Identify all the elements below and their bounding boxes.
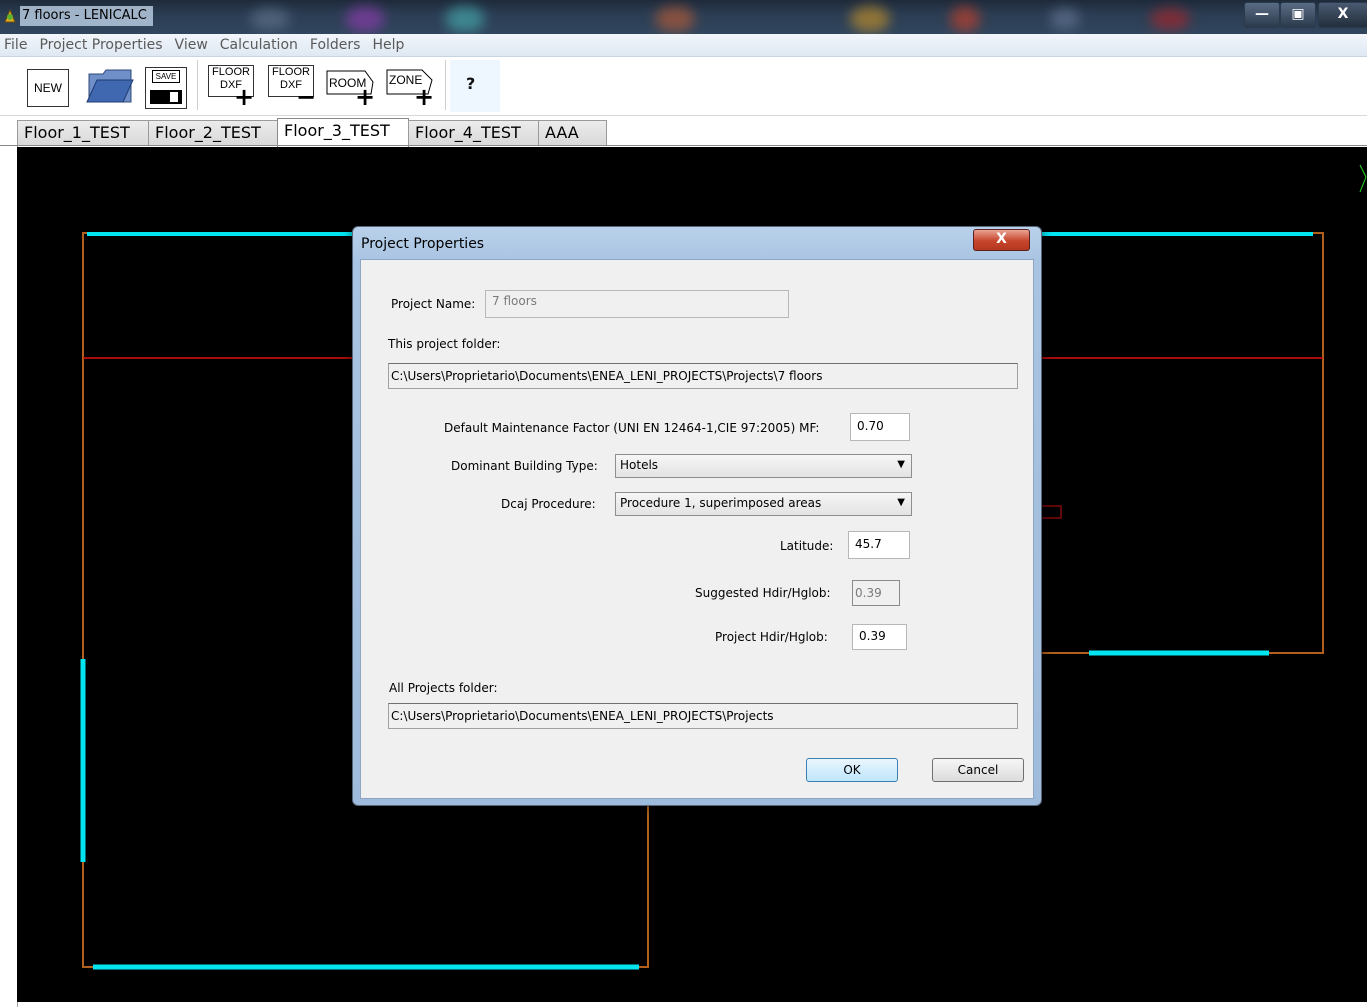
- save-project-button[interactable]: SAVE: [145, 60, 187, 112]
- folder-open-icon: [86, 69, 134, 103]
- maintenance-factor-field[interactable]: 0.70: [850, 413, 910, 441]
- title-bar: 7 floors - LENICALC — ▣ X: [0, 0, 1367, 34]
- building-type-select[interactable]: Hotels ▼: [615, 454, 912, 478]
- chevron-down-icon: ▼: [897, 459, 905, 470]
- lenicalc-logo-icon: [4, 9, 16, 23]
- tab-divider: [0, 145, 1367, 146]
- dialog-body: Project Name: 7 floors This project fold…: [360, 259, 1034, 799]
- dcaj-procedure-label: Dcaj Procedure:: [501, 497, 596, 511]
- dcaj-procedure-value: Procedure 1, superimposed areas: [620, 496, 822, 510]
- new-label: NEW: [34, 81, 62, 95]
- project-hdir-hglob-field[interactable]: 0.39: [852, 624, 907, 650]
- ok-button[interactable]: OK: [806, 758, 898, 782]
- zone-marker: [1040, 505, 1062, 519]
- building-type-label: Dominant Building Type:: [451, 459, 598, 473]
- menu-bar: File Project Properties View Calculation Fol…: [0, 34, 1367, 57]
- menu-calculation[interactable]: Calculation: [214, 34, 304, 56]
- latitude-field[interactable]: 45.7: [848, 531, 910, 559]
- project-name-label: Project Name:: [391, 297, 476, 311]
- toolbar: NEW SAVE FLOOR DXF + FLOOR DXF − ROOM + …: [0, 57, 1367, 116]
- new-icon: NEW: [27, 69, 69, 107]
- tab-floor-1[interactable]: Floor_1_TEST: [17, 120, 149, 145]
- all-projects-folder-label: All Projects folder:: [389, 681, 498, 695]
- tab-floor-4[interactable]: Floor_4_TEST: [408, 120, 539, 145]
- maintenance-factor-label: Default Maintenance Factor (UNI EN 12464…: [444, 421, 820, 435]
- project-name-field[interactable]: 7 floors: [485, 290, 789, 318]
- plus-icon: +: [414, 83, 435, 111]
- canvas-left-margin: [0, 146, 18, 1007]
- new-project-button[interactable]: NEW: [27, 60, 69, 112]
- menu-folders[interactable]: Folders: [304, 34, 367, 56]
- this-project-folder-label: This project folder:: [388, 337, 501, 351]
- help-icon: ?: [466, 74, 476, 93]
- minus-icon: −: [296, 83, 317, 111]
- menu-file[interactable]: File: [0, 34, 33, 56]
- chevron-down-icon: ▼: [897, 497, 905, 508]
- dialog-title: Project Properties: [361, 236, 485, 252]
- dialog-close-button[interactable]: X: [973, 229, 1030, 251]
- maximize-button[interactable]: ▣: [1280, 2, 1316, 28]
- suggested-hdir-hglob-label: Suggested Hdir/Hglob:: [695, 586, 831, 600]
- tab-floor-2[interactable]: Floor_2_TEST: [148, 120, 278, 145]
- open-project-button[interactable]: [85, 60, 135, 112]
- this-project-folder-field: C:\Users\Proprietario\Documents\ENEA_LEN…: [388, 363, 1018, 389]
- building-type-value: Hotels: [620, 458, 659, 472]
- help-button[interactable]: ?: [450, 60, 500, 112]
- menu-help[interactable]: Help: [366, 34, 410, 56]
- add-room-button[interactable]: ROOM +: [325, 60, 377, 112]
- menu-project-properties[interactable]: Project Properties: [33, 34, 168, 56]
- suggested-hdir-hglob-field: 0.39: [852, 580, 900, 606]
- add-zone-button[interactable]: ZONE +: [384, 60, 436, 112]
- north-arrow-icon: [1359, 164, 1367, 193]
- toolbar-separator: [197, 60, 198, 110]
- latitude-label: Latitude:: [780, 539, 834, 553]
- window-title: 7 floors - LENICALC: [20, 6, 153, 26]
- remove-floor-dxf-button[interactable]: FLOOR DXF −: [266, 60, 316, 112]
- plus-icon: +: [355, 83, 376, 111]
- toolbar-separator: [445, 60, 446, 110]
- floor-label: FLOOR: [212, 66, 250, 78]
- close-window-button[interactable]: X: [1318, 2, 1367, 28]
- add-floor-dxf-button[interactable]: FLOOR DXF +: [206, 60, 256, 112]
- plus-icon: +: [234, 83, 255, 111]
- all-projects-folder-field: C:\Users\Proprietario\Documents\ENEA_LEN…: [388, 703, 1018, 729]
- minimize-button[interactable]: —: [1244, 2, 1280, 28]
- tab-floor-3[interactable]: Floor_3_TEST: [277, 118, 409, 147]
- tab-aaa[interactable]: AAA: [538, 120, 607, 145]
- floor-label: FLOOR: [272, 66, 310, 78]
- save-icon: SAVE: [145, 67, 187, 109]
- dcaj-procedure-select[interactable]: Procedure 1, superimposed areas ▼: [615, 492, 912, 516]
- save-label: SAVE: [152, 70, 180, 83]
- menu-view[interactable]: View: [169, 34, 214, 56]
- project-hdir-hglob-label: Project Hdir/Hglob:: [715, 630, 828, 644]
- project-properties-dialog: Project Properties X Project Name: 7 flo…: [352, 226, 1042, 806]
- cancel-button[interactable]: Cancel: [932, 758, 1024, 782]
